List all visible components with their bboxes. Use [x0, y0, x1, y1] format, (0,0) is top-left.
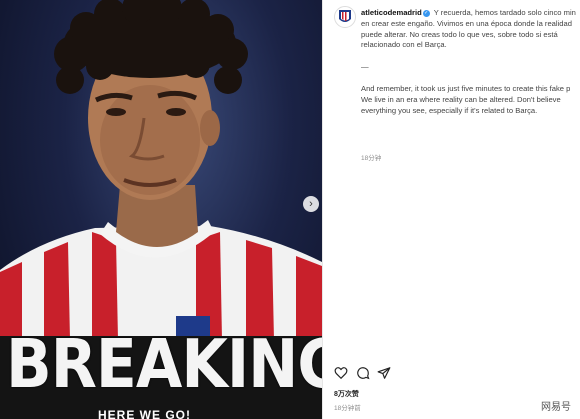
post-sidebar: atleticodemadrid ✓ Y recuerda, hemos tard… [322, 0, 580, 419]
post-caption: atleticodemadrid ✓ Y recuerda, hemos tard… [361, 8, 580, 116]
comment-icon [357, 367, 370, 380]
watermark: 网易号 [541, 402, 571, 413]
caption-es-line-4: relacionado con el Barça. [361, 40, 447, 50]
verified-badge-icon: ✓ [422, 9, 430, 17]
carousel-next-button[interactable]: › [303, 196, 319, 212]
here-we-go-subline: HERE WE GO! [98, 408, 192, 419]
caption-en-line-1: And remember, it took us just five minut… [361, 83, 571, 93]
post-timestamp: 18分钟前 [334, 405, 361, 412]
heart-icon [334, 367, 348, 380]
username-link[interactable]: atleticodemadrid [361, 8, 422, 17]
caption-en-line-2: We live in an era where reality can be a… [361, 94, 561, 104]
caption-divider: — [361, 62, 369, 72]
caption-en-line-3: everything you see, especially if it's r… [361, 105, 538, 115]
avatar[interactable] [334, 6, 356, 28]
comment-button[interactable] [356, 366, 370, 380]
post-image[interactable]: BREAKING HERE WE GO! › [0, 0, 322, 419]
share-button[interactable] [377, 366, 391, 380]
chevron-right-icon: › [309, 198, 313, 210]
send-icon [377, 367, 391, 379]
caption-es-line-1: Y recuerda, hemos tardado solo cinco min [433, 8, 576, 17]
likes-count[interactable]: 8万次赞 [334, 389, 359, 399]
caption-es-line-2: en crear este engaño. Vivimos en una épo… [361, 18, 572, 28]
caption-es-line-3: puede alterar. No creas todo lo que ves,… [361, 29, 558, 39]
like-button[interactable] [334, 366, 348, 380]
breaking-headline: BREAKING [6, 325, 322, 404]
instagram-post: BREAKING HERE WE GO! › atleticodemadrid ✓… [0, 0, 580, 419]
atletico-crest-icon [339, 10, 351, 22]
caption-timestamp: 18分钟 [361, 155, 382, 162]
